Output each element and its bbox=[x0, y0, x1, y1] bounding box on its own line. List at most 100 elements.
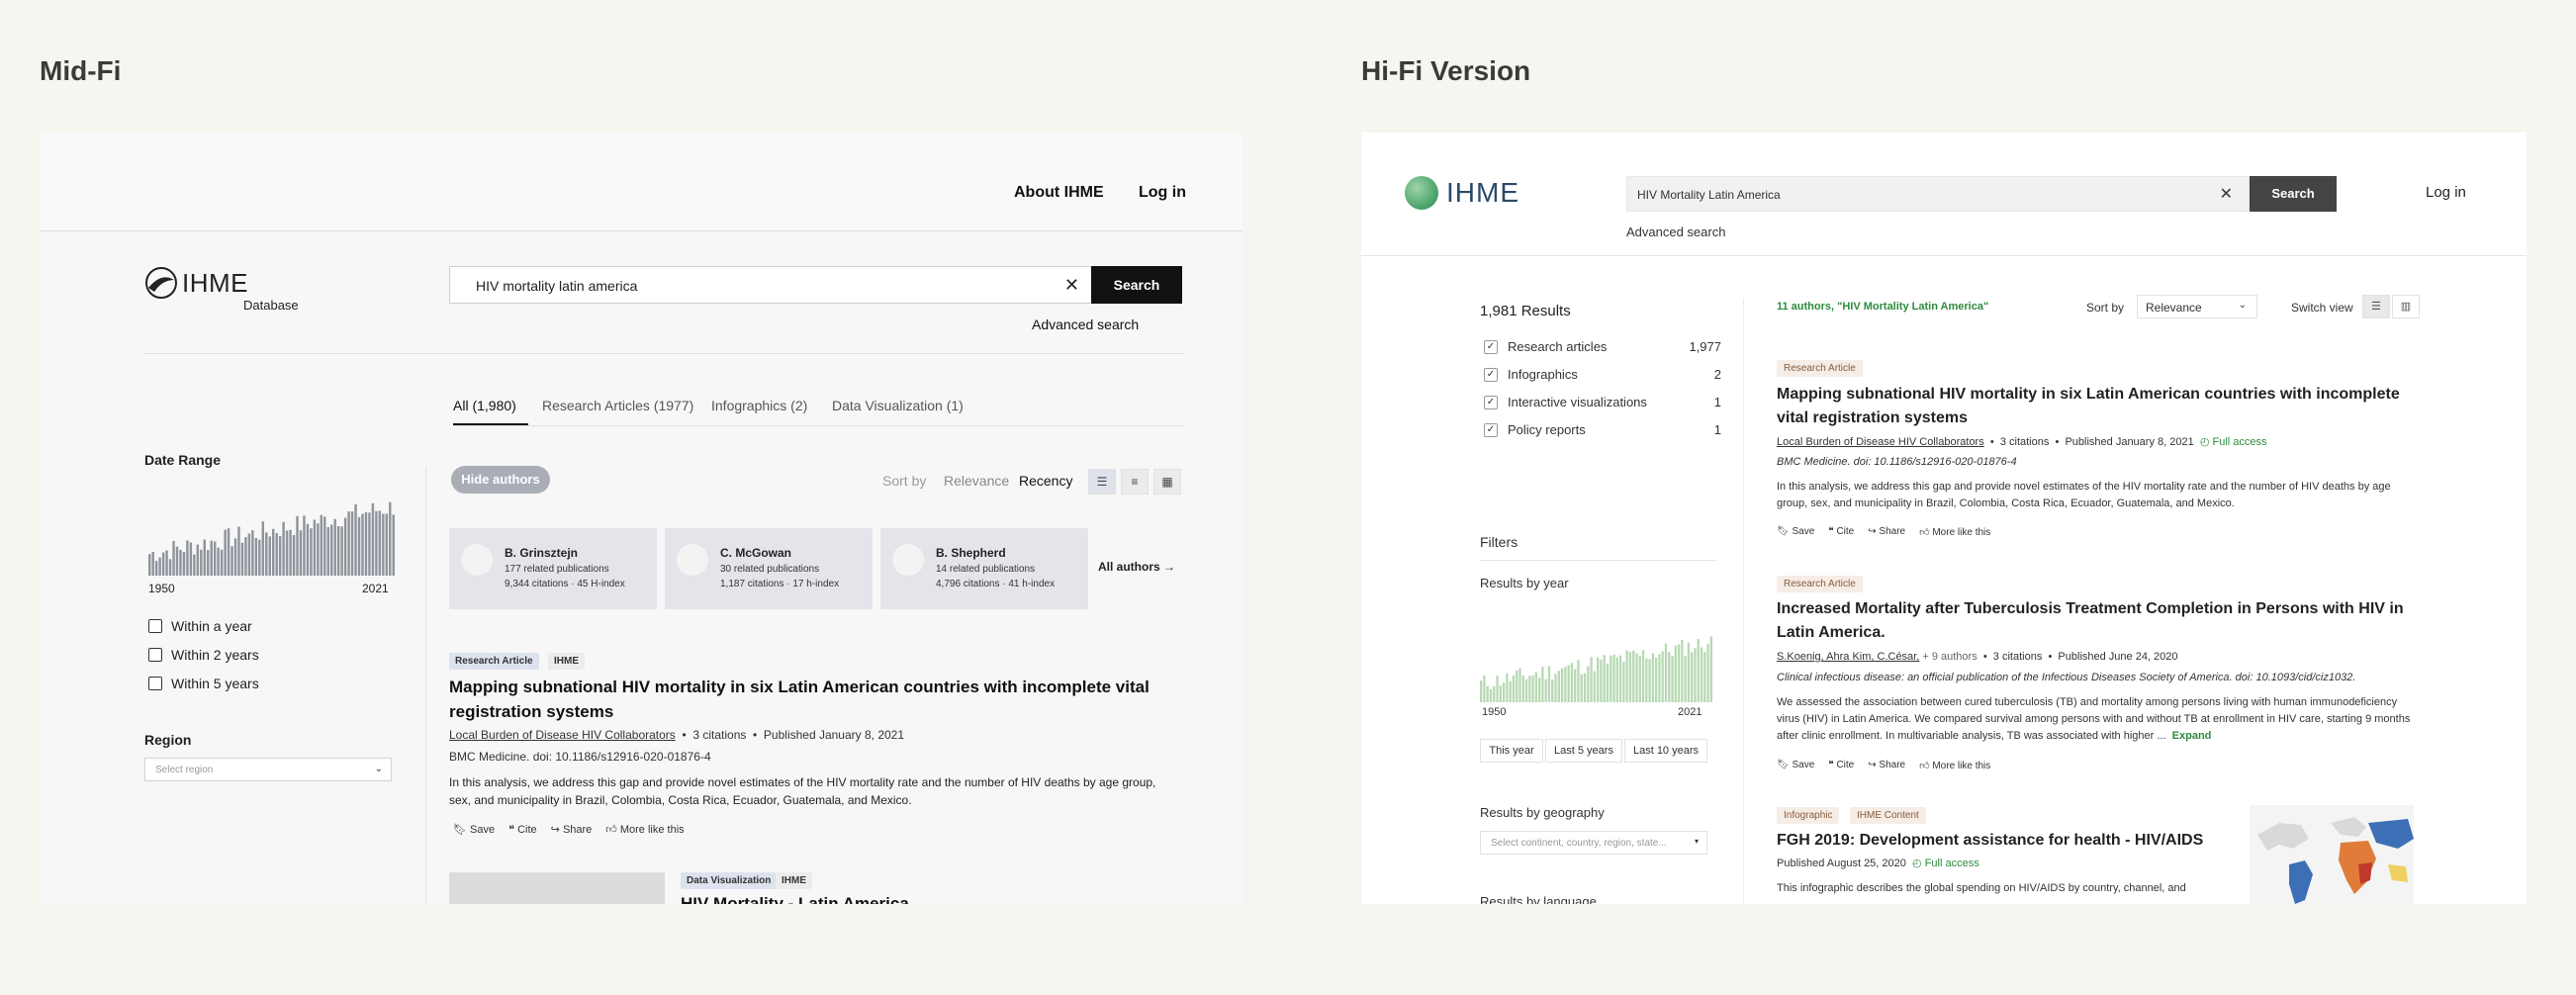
author-card[interactable]: B. Grinsztejn 177 related publications 9… bbox=[449, 528, 657, 609]
login-link[interactable]: Log in bbox=[1139, 184, 1186, 202]
share-icon: ↪ bbox=[550, 824, 560, 836]
list-view-button[interactable]: ☰ bbox=[2362, 295, 2390, 318]
histogram-bar bbox=[1681, 639, 1684, 702]
histogram-bar bbox=[1493, 685, 1496, 702]
cite-button[interactable]: ❝ Cite bbox=[1828, 526, 1854, 538]
list-icon: ☰ bbox=[1096, 475, 1108, 489]
share-button[interactable]: ↪ Share bbox=[1868, 760, 1905, 771]
sort-label: Sort by bbox=[2086, 301, 2125, 315]
more-like-this-button[interactable]: 👍︎ More like this bbox=[605, 823, 684, 836]
about-link[interactable]: About IHME bbox=[1014, 184, 1104, 202]
result-title[interactable]: FGH 2019: Development assistance for hea… bbox=[1777, 829, 2232, 853]
search-button[interactable]: Search bbox=[2250, 176, 2337, 212]
within-year-checkbox[interactable]: Within a year bbox=[148, 618, 252, 634]
within-5-years-checkbox[interactable]: Within 5 years bbox=[148, 676, 259, 691]
cite-button[interactable]: ❝ Cite bbox=[508, 823, 537, 836]
within-2-years-checkbox[interactable]: Within 2 years bbox=[148, 647, 259, 663]
save-button[interactable]: 🔖︎ Save bbox=[1777, 526, 1814, 538]
search-input[interactable]: HIV Mortality Latin America ✕ bbox=[1626, 176, 2250, 212]
date-range-label: Date Range bbox=[144, 452, 222, 468]
more-like-this-button[interactable]: 👍︎ More like this bbox=[1919, 760, 1990, 771]
compact-view-button[interactable]: ≡ bbox=[1121, 469, 1149, 495]
share-button[interactable]: ↪ Share bbox=[1868, 526, 1905, 538]
result-title[interactable]: HIV Mortality - Latin America bbox=[681, 894, 909, 904]
logo[interactable]: IHME bbox=[1405, 176, 1519, 210]
histogram-bar bbox=[1706, 644, 1709, 702]
hide-authors-button[interactable]: Hide authors bbox=[451, 466, 550, 494]
expand-link[interactable]: Expand bbox=[2172, 730, 2212, 742]
histogram-bar bbox=[1512, 675, 1516, 702]
grid-view-button[interactable]: ▦ bbox=[1153, 469, 1181, 495]
histogram-bar bbox=[1691, 652, 1694, 702]
type-filter-infographics[interactable]: ✓ Infographics 2 bbox=[1484, 367, 1721, 382]
result-citations: 3 citations bbox=[692, 728, 747, 742]
result-title[interactable]: Increased Mortality after Tuberculosis T… bbox=[1777, 597, 2420, 645]
author-card[interactable]: B. Shepherd 14 related publications 4,79… bbox=[880, 528, 1088, 609]
histogram-bar bbox=[292, 535, 296, 576]
result-authors-link[interactable]: S.Koenig, Ahra Kim, C.César, bbox=[1777, 651, 1919, 663]
tab-all[interactable]: All (1,980) bbox=[453, 398, 516, 413]
research-article-tag: Research Article bbox=[1777, 576, 1863, 592]
header-divider bbox=[1361, 255, 2527, 256]
last-5-years-button[interactable]: Last 5 years bbox=[1545, 739, 1622, 763]
login-link[interactable]: Log in bbox=[2426, 184, 2466, 201]
type-filter-research-articles[interactable]: ✓ Research articles 1,977 bbox=[1484, 339, 1721, 354]
histogram-bar bbox=[1554, 674, 1557, 702]
world-map-thumbnail[interactable] bbox=[2250, 805, 2414, 904]
date-histogram[interactable] bbox=[148, 489, 396, 576]
region-select[interactable]: Select region ⌄ bbox=[144, 758, 392, 781]
tab-data-visualization[interactable]: Data Visualization (1) bbox=[832, 398, 964, 413]
authors-match-link[interactable]: 11 authors, "HIV Mortality Latin America… bbox=[1777, 301, 1988, 313]
sort-recency[interactable]: Recency bbox=[1019, 473, 1072, 489]
histogram-bar bbox=[240, 542, 244, 576]
search-button[interactable]: Search bbox=[1091, 266, 1182, 304]
author-card[interactable]: C. McGowan 30 related publications 1,187… bbox=[665, 528, 873, 609]
histogram-bar bbox=[1570, 663, 1574, 702]
more-authors-link[interactable]: + 9 authors bbox=[1922, 651, 1977, 663]
advanced-search-link[interactable]: Advanced search bbox=[1626, 225, 1725, 239]
cite-button[interactable]: ❝ Cite bbox=[1828, 760, 1854, 771]
logo[interactable]: IHME Database bbox=[144, 266, 299, 313]
histogram-bar bbox=[1628, 652, 1632, 702]
type-filter-policy-reports[interactable]: ✓ Policy reports 1 bbox=[1484, 422, 1721, 437]
histogram-bar bbox=[1638, 656, 1641, 702]
sort-relevance[interactable]: Relevance bbox=[944, 473, 1009, 489]
type-count: 1,977 bbox=[1689, 339, 1721, 354]
chevron-down-icon: ⌄ bbox=[374, 764, 383, 774]
histogram-bar bbox=[168, 559, 172, 576]
year-histogram[interactable] bbox=[1480, 627, 1713, 702]
histogram-bar bbox=[382, 513, 385, 576]
result-author-link[interactable]: Local Burden of Disease HIV Collaborator… bbox=[1777, 436, 1984, 448]
type-filter-interactive-visualizations[interactable]: ✓ Interactive visualizations 1 bbox=[1484, 395, 1721, 409]
histogram-bar bbox=[1625, 650, 1628, 702]
histogram-bar bbox=[251, 530, 254, 576]
tab-infographics[interactable]: Infographics (2) bbox=[711, 398, 807, 413]
filters-heading: Filters bbox=[1480, 534, 1518, 550]
clear-icon[interactable]: ✕ bbox=[1064, 275, 1079, 296]
list-view-button[interactable]: ☰ bbox=[1088, 469, 1116, 495]
geography-select[interactable]: Select continent, country, region, state… bbox=[1480, 831, 1707, 855]
columns-view-button[interactable]: ▥ bbox=[2392, 295, 2420, 318]
result-author-link[interactable]: Local Burden of Disease HIV Collaborator… bbox=[449, 728, 676, 742]
result-title[interactable]: Mapping subnational HIV mortality in six… bbox=[1777, 383, 2420, 430]
search-input[interactable]: HIV mortality latin america ✕ bbox=[449, 266, 1092, 304]
tab-research-articles[interactable]: Research Articles (1977) bbox=[542, 398, 693, 413]
share-button[interactable]: ↪ Share bbox=[551, 823, 593, 836]
save-button[interactable]: 🔖︎ Save bbox=[1777, 760, 1814, 771]
more-like-this-button[interactable]: 👍︎ More like this bbox=[1919, 526, 1990, 538]
save-button[interactable]: 🔖︎ Save bbox=[453, 823, 495, 836]
clear-icon[interactable]: ✕ bbox=[2220, 184, 2233, 204]
histogram-bar bbox=[285, 530, 289, 576]
histogram-bar bbox=[1577, 660, 1580, 702]
this-year-button[interactable]: This year bbox=[1480, 739, 1543, 763]
histogram-bar bbox=[1664, 643, 1668, 702]
all-authors-link[interactable]: All authors → bbox=[1098, 560, 1175, 574]
advanced-search-link[interactable]: Advanced search bbox=[1032, 317, 1139, 332]
research-article-tag: Research Article bbox=[449, 653, 539, 670]
sort-select[interactable]: Relevance ⌄ bbox=[2137, 295, 2257, 318]
histogram-bar bbox=[1632, 650, 1635, 702]
result-title[interactable]: Mapping subnational HIV mortality in six… bbox=[449, 675, 1161, 724]
last-10-years-button[interactable]: Last 10 years bbox=[1624, 739, 1707, 763]
result-thumbnail[interactable] bbox=[449, 872, 665, 904]
histogram-bar bbox=[1703, 652, 1706, 702]
